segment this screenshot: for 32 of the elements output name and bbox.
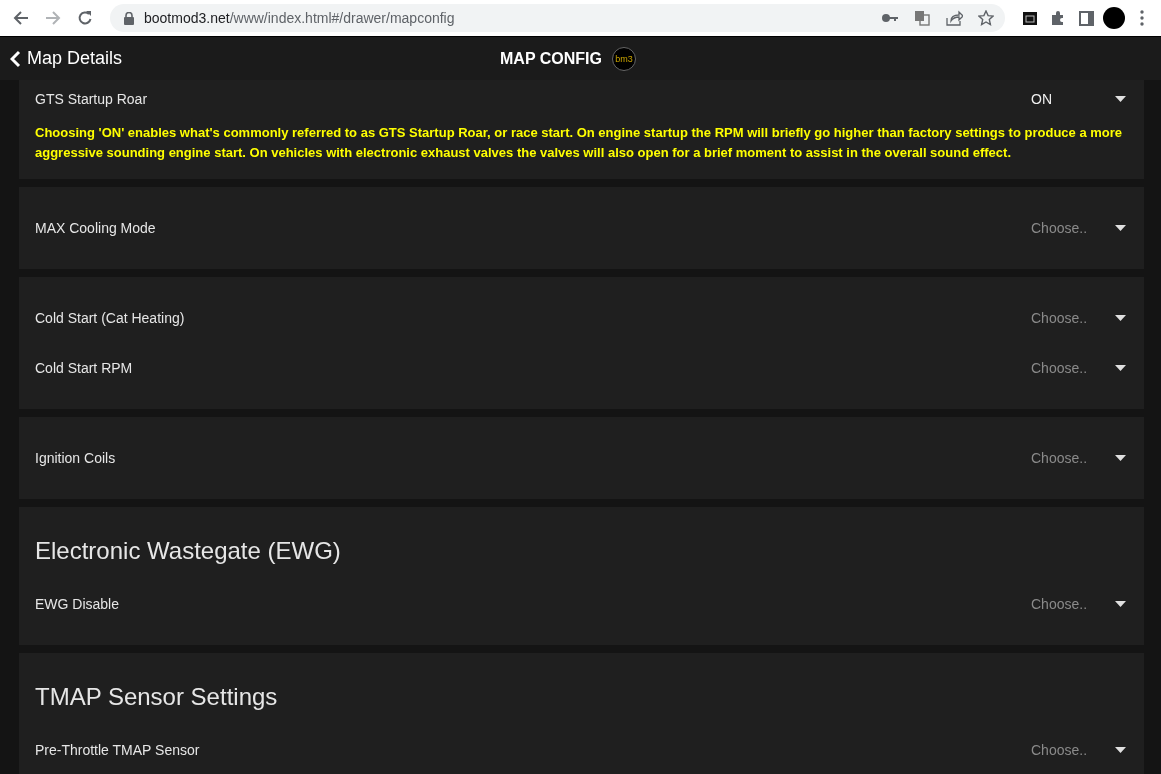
section-heading: Electronic Wastegate (EWG) bbox=[35, 536, 342, 566]
caret-icon bbox=[1115, 96, 1126, 102]
setting-dropdown[interactable]: Choose.. bbox=[1031, 742, 1126, 758]
back-button[interactable]: Map Details bbox=[0, 48, 123, 69]
address-bar[interactable]: bootmod3.net/www/index.html#/drawer/mapconfig bbox=[110, 4, 1005, 32]
url-text: bootmod3.net/www/index.html#/drawer/mapconfig bbox=[144, 10, 456, 26]
setting-label: MAX Cooling Mode bbox=[35, 220, 156, 236]
setting-dropdown[interactable]: Choose.. bbox=[1031, 360, 1126, 376]
section-heading: TMAP Sensor Settings bbox=[35, 682, 279, 712]
caret-icon bbox=[1115, 225, 1126, 231]
caret-icon bbox=[1115, 455, 1126, 461]
setting-dropdown[interactable]: Choose.. bbox=[1031, 596, 1126, 612]
caret-icon bbox=[1115, 365, 1126, 371]
setting-label: EWG Disable bbox=[35, 596, 120, 612]
setting-dropdown[interactable]: ON bbox=[1031, 91, 1126, 107]
setting-dropdown[interactable]: Choose.. bbox=[1031, 450, 1126, 466]
setting-dropdown[interactable]: Choose.. bbox=[1031, 220, 1126, 236]
setting-label: Ignition Coils bbox=[35, 450, 116, 466]
caret-icon bbox=[1115, 747, 1126, 753]
setting-label: GTS Startup Roar bbox=[35, 91, 148, 107]
lock-icon bbox=[124, 11, 134, 25]
caret-icon bbox=[1115, 601, 1126, 607]
setting-label: Cold Start (Cat Heating) bbox=[35, 310, 185, 326]
setting-description: Choosing 'ON' enables what's commonly referred to as GTS Startup Roar, or race start. On engine startup the RPM will briefly go higher than factory settings to produce a more aggressive sounding engine start. On vehicles with electronic exhaust valves the valves will also open for a brief moment to assist in the overall sound effect. bbox=[35, 124, 1124, 162]
chevron-left-icon bbox=[10, 49, 21, 68]
logo: bm3 bbox=[611, 46, 636, 71]
setting-dropdown[interactable]: Choose.. bbox=[1031, 310, 1126, 326]
page-title: MAP CONFIG bbox=[500, 49, 602, 68]
setting-label: Cold Start RPM bbox=[35, 360, 133, 376]
profile-avatar[interactable] bbox=[1103, 7, 1125, 29]
caret-icon bbox=[1115, 315, 1126, 321]
setting-label: Pre-Throttle TMAP Sensor bbox=[35, 742, 200, 758]
